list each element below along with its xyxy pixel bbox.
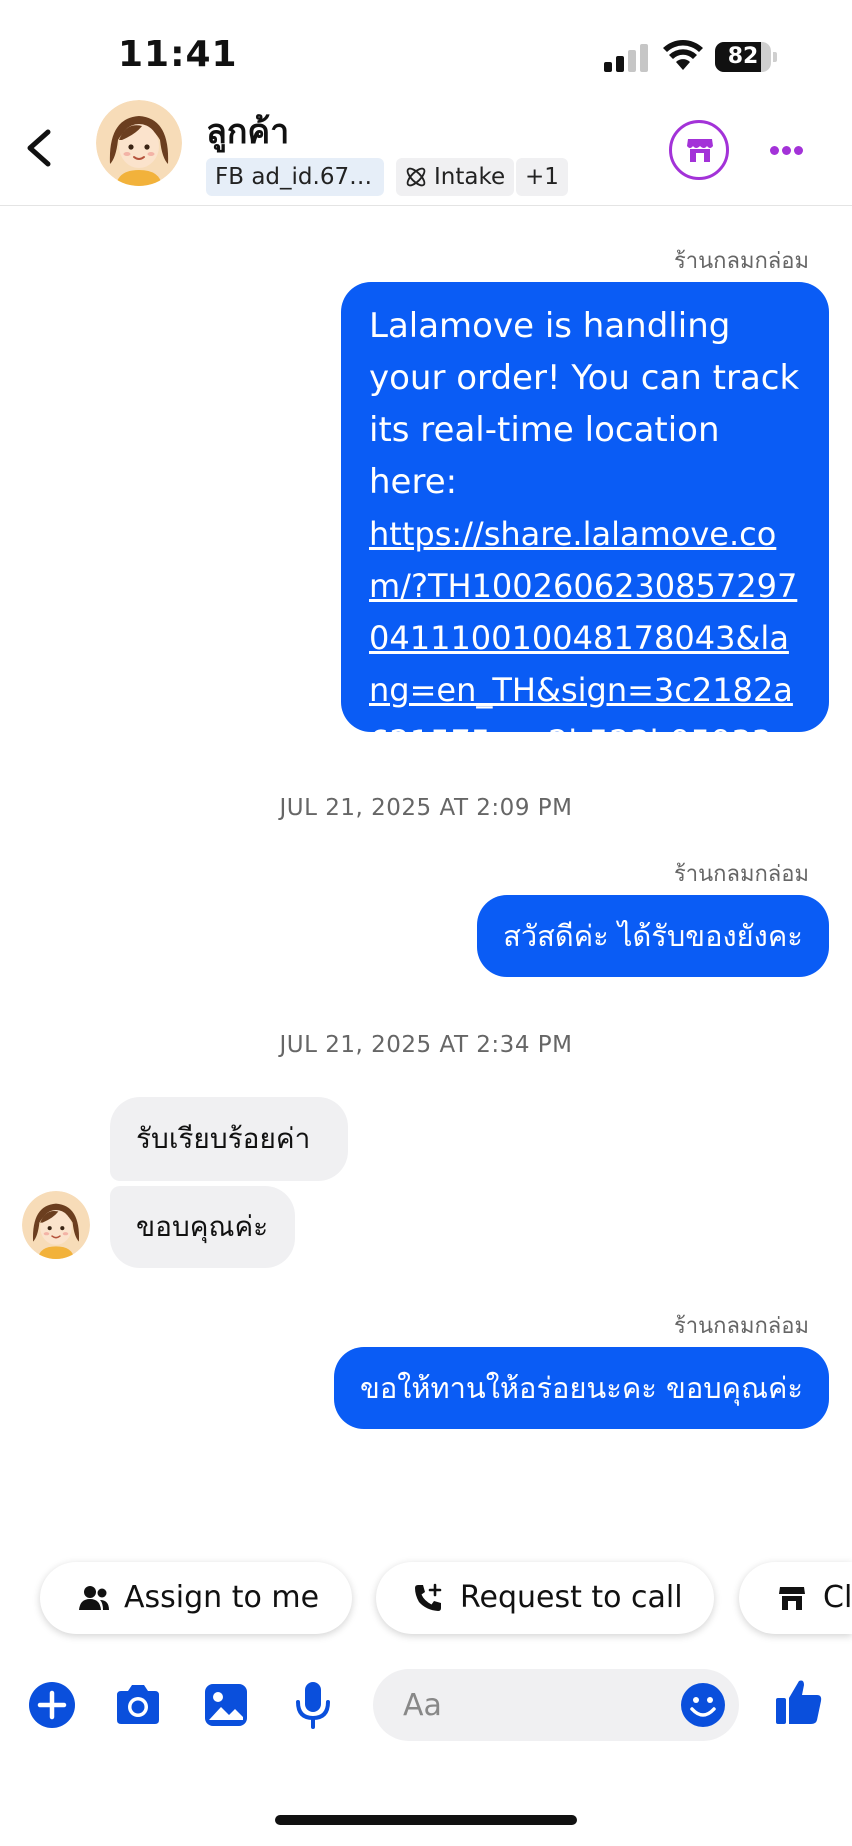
incoming-message[interactable]: ขอบคุณค่ะ (110, 1186, 295, 1268)
battery-percent: 82 (727, 44, 759, 69)
phone-plus-icon (415, 1583, 442, 1611)
store-icon (779, 1587, 805, 1610)
assign-to-me-label: Assign to me (124, 1580, 320, 1615)
request-to-call-button[interactable]: Request to call (376, 1562, 714, 1634)
timestamp: JUL 21, 2025 AT 2:34 PM (279, 1032, 573, 1058)
home-indicator[interactable] (275, 1815, 577, 1825)
store-icon (687, 139, 713, 162)
sender-label: ร้านกลมกล่อม (673, 249, 809, 274)
contact-avatar-small[interactable] (22, 1191, 90, 1259)
assign-to-me-button[interactable]: Assign to me (40, 1562, 352, 1634)
gallery-icon[interactable] (201, 1680, 251, 1730)
people-icon (79, 1586, 109, 1610)
emoji-icon[interactable] (679, 1681, 727, 1729)
contact-avatar[interactable] (96, 100, 182, 186)
back-chevron-icon[interactable] (18, 120, 58, 176)
camera-icon[interactable] (113, 1680, 163, 1730)
microphone-icon[interactable] (288, 1680, 338, 1730)
outgoing-message[interactable]: ขอให้ทานให้อร่อยนะคะ ขอบคุณค่ะ (334, 1347, 829, 1429)
outgoing-message[interactable]: สวัสดีค่ะ ได้รับของยังคะ (477, 895, 829, 977)
intake-tag[interactable]: Intake (396, 158, 515, 196)
atom-icon (406, 167, 426, 187)
thumbs-up-icon[interactable] (773, 1676, 825, 1728)
request-to-call-label: Request to call (460, 1580, 683, 1615)
incoming-message[interactable]: รับเรียบร้อยค่า (110, 1097, 348, 1181)
add-icon[interactable] (27, 1680, 77, 1730)
chat-header: ลูกค้า FB ad_id.678... Intake +1 (0, 100, 852, 206)
message-text: Lalamove is handling your order! You can… (369, 306, 800, 502)
more-tags-badge[interactable]: +1 (516, 158, 568, 196)
tracking-link[interactable]: https://share.lalamove.com/?TH1002606230… (369, 515, 797, 761)
wifi-icon (663, 40, 703, 70)
contact-name: ลูกค้า (206, 112, 290, 152)
cellular-signal-icon (604, 44, 650, 72)
message-input[interactable] (403, 1669, 663, 1741)
status-bar: 11:41 82 (0, 0, 852, 100)
store-action-button[interactable]: Cl (739, 1562, 852, 1634)
message-input-field[interactable] (373, 1669, 739, 1741)
battery-icon: 82 (715, 42, 777, 72)
status-time: 11:41 (118, 34, 238, 75)
store-button[interactable] (669, 120, 729, 180)
sender-label: ร้านกลมกล่อม (673, 1314, 809, 1339)
ad-id-tag[interactable]: FB ad_id.678... (206, 158, 384, 196)
more-options-icon[interactable] (760, 130, 810, 170)
store-action-label: Cl (823, 1580, 852, 1615)
sender-label: ร้านกลมกล่อม (673, 862, 809, 887)
intake-tag-label: Intake (434, 164, 506, 190)
outgoing-message[interactable]: Lalamove is handling your order! You can… (341, 282, 829, 761)
timestamp: JUL 21, 2025 AT 2:09 PM (279, 795, 573, 821)
